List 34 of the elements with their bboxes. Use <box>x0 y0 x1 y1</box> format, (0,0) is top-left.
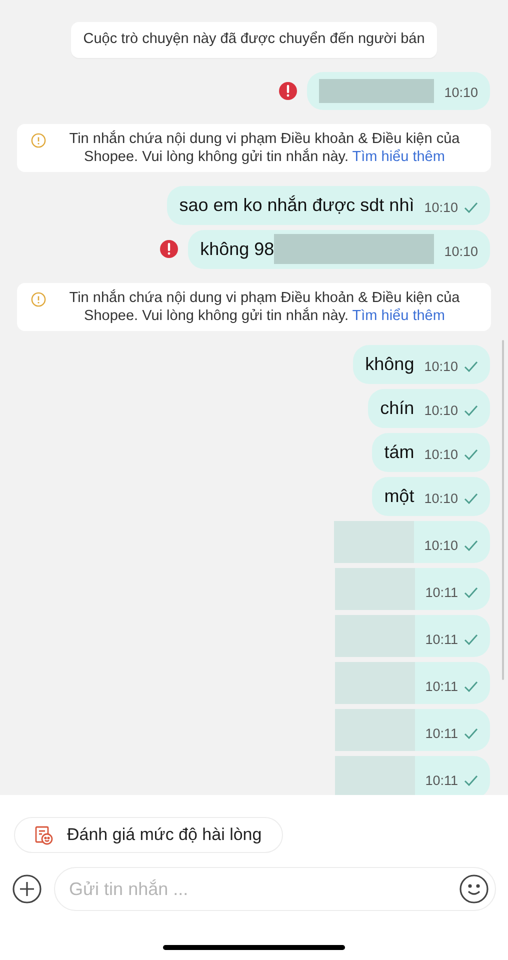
warning-icon <box>31 132 46 148</box>
message-text: không 98 <box>200 238 274 261</box>
system-notice: Cuộc trò chuyện này đã được chuyển đến người bán <box>71 22 437 58</box>
message-time: 10:11 <box>425 772 458 790</box>
message-text: chín <box>380 396 414 420</box>
message-time: 10:10 <box>444 84 478 102</box>
message-time: 10:10 <box>424 446 458 464</box>
emoji-icon[interactable] <box>459 874 489 904</box>
message-input[interactable]: Gửi tin nhắn ... <box>69 876 459 902</box>
warning-text: Tin nhắn chứa nội dung vi phạm Điều khoản & Điều kiện của Shopee. Vui lòng không gửi tin nhắn này. Tìm hiểu thêm <box>68 288 461 325</box>
message-time: 10:11 <box>425 678 458 696</box>
message-time: 10:10 <box>424 490 458 508</box>
error-icon[interactable] <box>160 240 178 258</box>
add-icon[interactable] <box>12 874 42 904</box>
message-text: một <box>384 484 414 508</box>
message-field[interactable]: Gửi tin nhắn ... <box>54 867 496 911</box>
message-time: 10:11 <box>425 584 458 602</box>
learn-more-link[interactable]: Tìm hiểu thêm <box>352 148 445 165</box>
message-text: sao em ko nhắn được sdt nhì <box>179 194 414 217</box>
warning-text: Tin nhắn chứa nội dung vi phạm Điều khoản & Điều kiện của Shopee. Vui lòng không gửi tin nhắn này. Tìm hiểu thêm <box>68 130 461 166</box>
message-time: 10:11 <box>425 724 458 742</box>
message-text: tám <box>384 440 414 464</box>
message-text: không <box>365 352 414 376</box>
message-time: 10:10 <box>424 402 458 420</box>
rating-icon <box>35 825 53 845</box>
message-time: 10:11 <box>425 630 458 648</box>
learn-more-link[interactable]: Tìm hiểu thêm <box>352 308 445 324</box>
rating-button[interactable]: Đánh giá mức độ hài lòng <box>14 817 283 853</box>
message-time: 10:10 <box>424 358 458 376</box>
message-time: 10:10 <box>424 536 458 554</box>
message-time: 10:10 <box>424 198 458 216</box>
warning-icon <box>31 292 46 307</box>
error-icon[interactable] <box>279 82 298 100</box>
message-time: 10:10 <box>444 242 478 260</box>
